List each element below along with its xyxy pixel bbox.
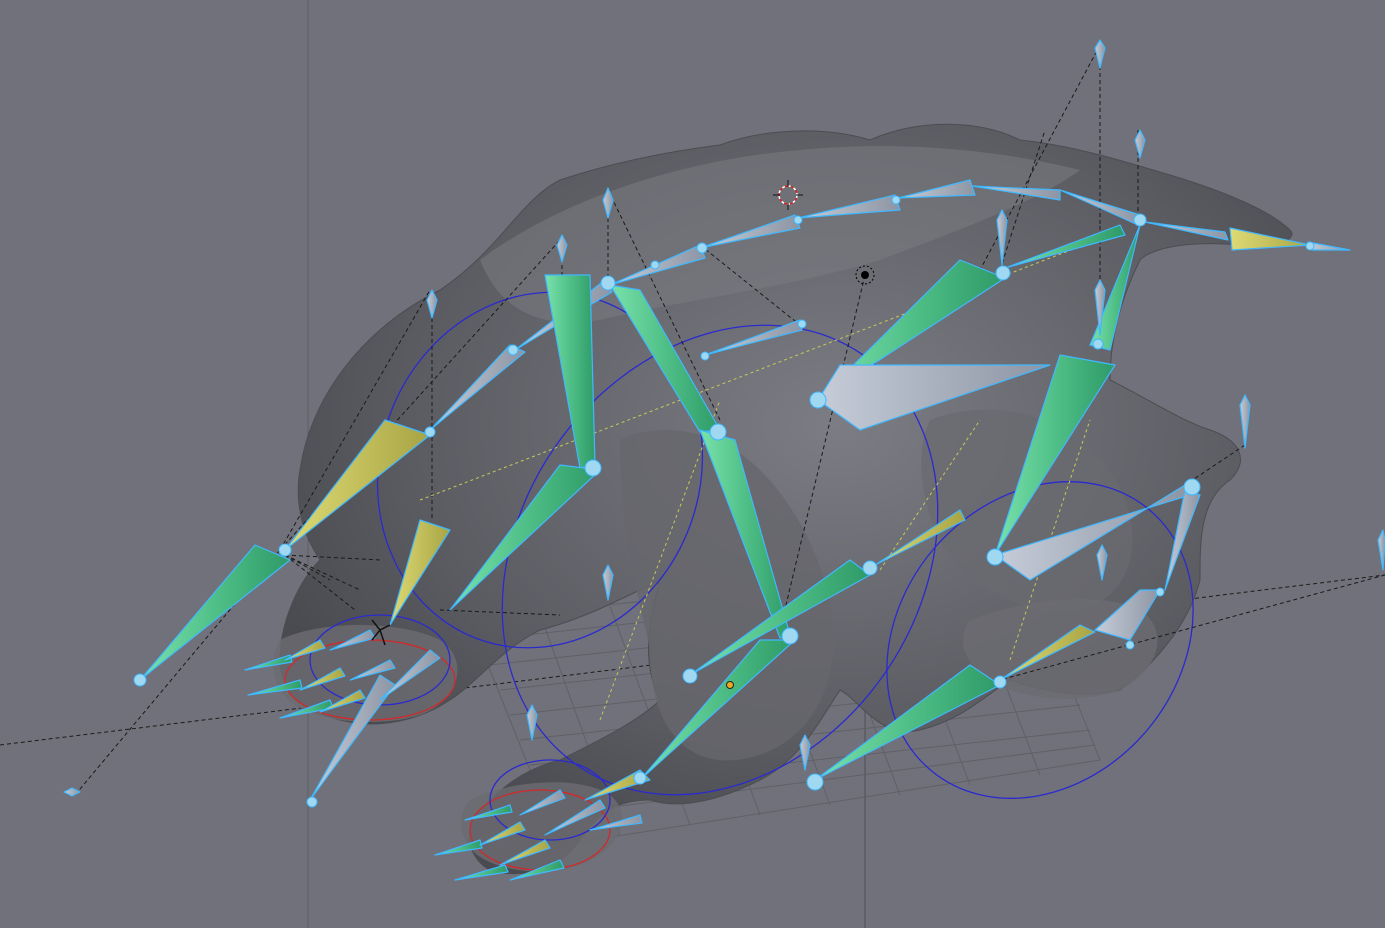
object-origin-icon[interactable] bbox=[726, 681, 734, 689]
bone-tip-14 bbox=[63, 787, 81, 797]
viewport-canvas bbox=[0, 0, 1385, 928]
bone-tip-2 bbox=[1134, 129, 1146, 159]
creature-mesh[interactable] bbox=[273, 123, 1293, 875]
3d-viewport[interactable] bbox=[0, 0, 1385, 928]
bone-tip-1 bbox=[1094, 39, 1106, 69]
bone-head bbox=[139, 544, 291, 681]
bone-tip-11 bbox=[526, 704, 538, 741]
bone-tip-6 bbox=[1239, 394, 1251, 449]
bone-tip-7 bbox=[1377, 529, 1385, 571]
bone-toe-s2 bbox=[454, 864, 509, 881]
